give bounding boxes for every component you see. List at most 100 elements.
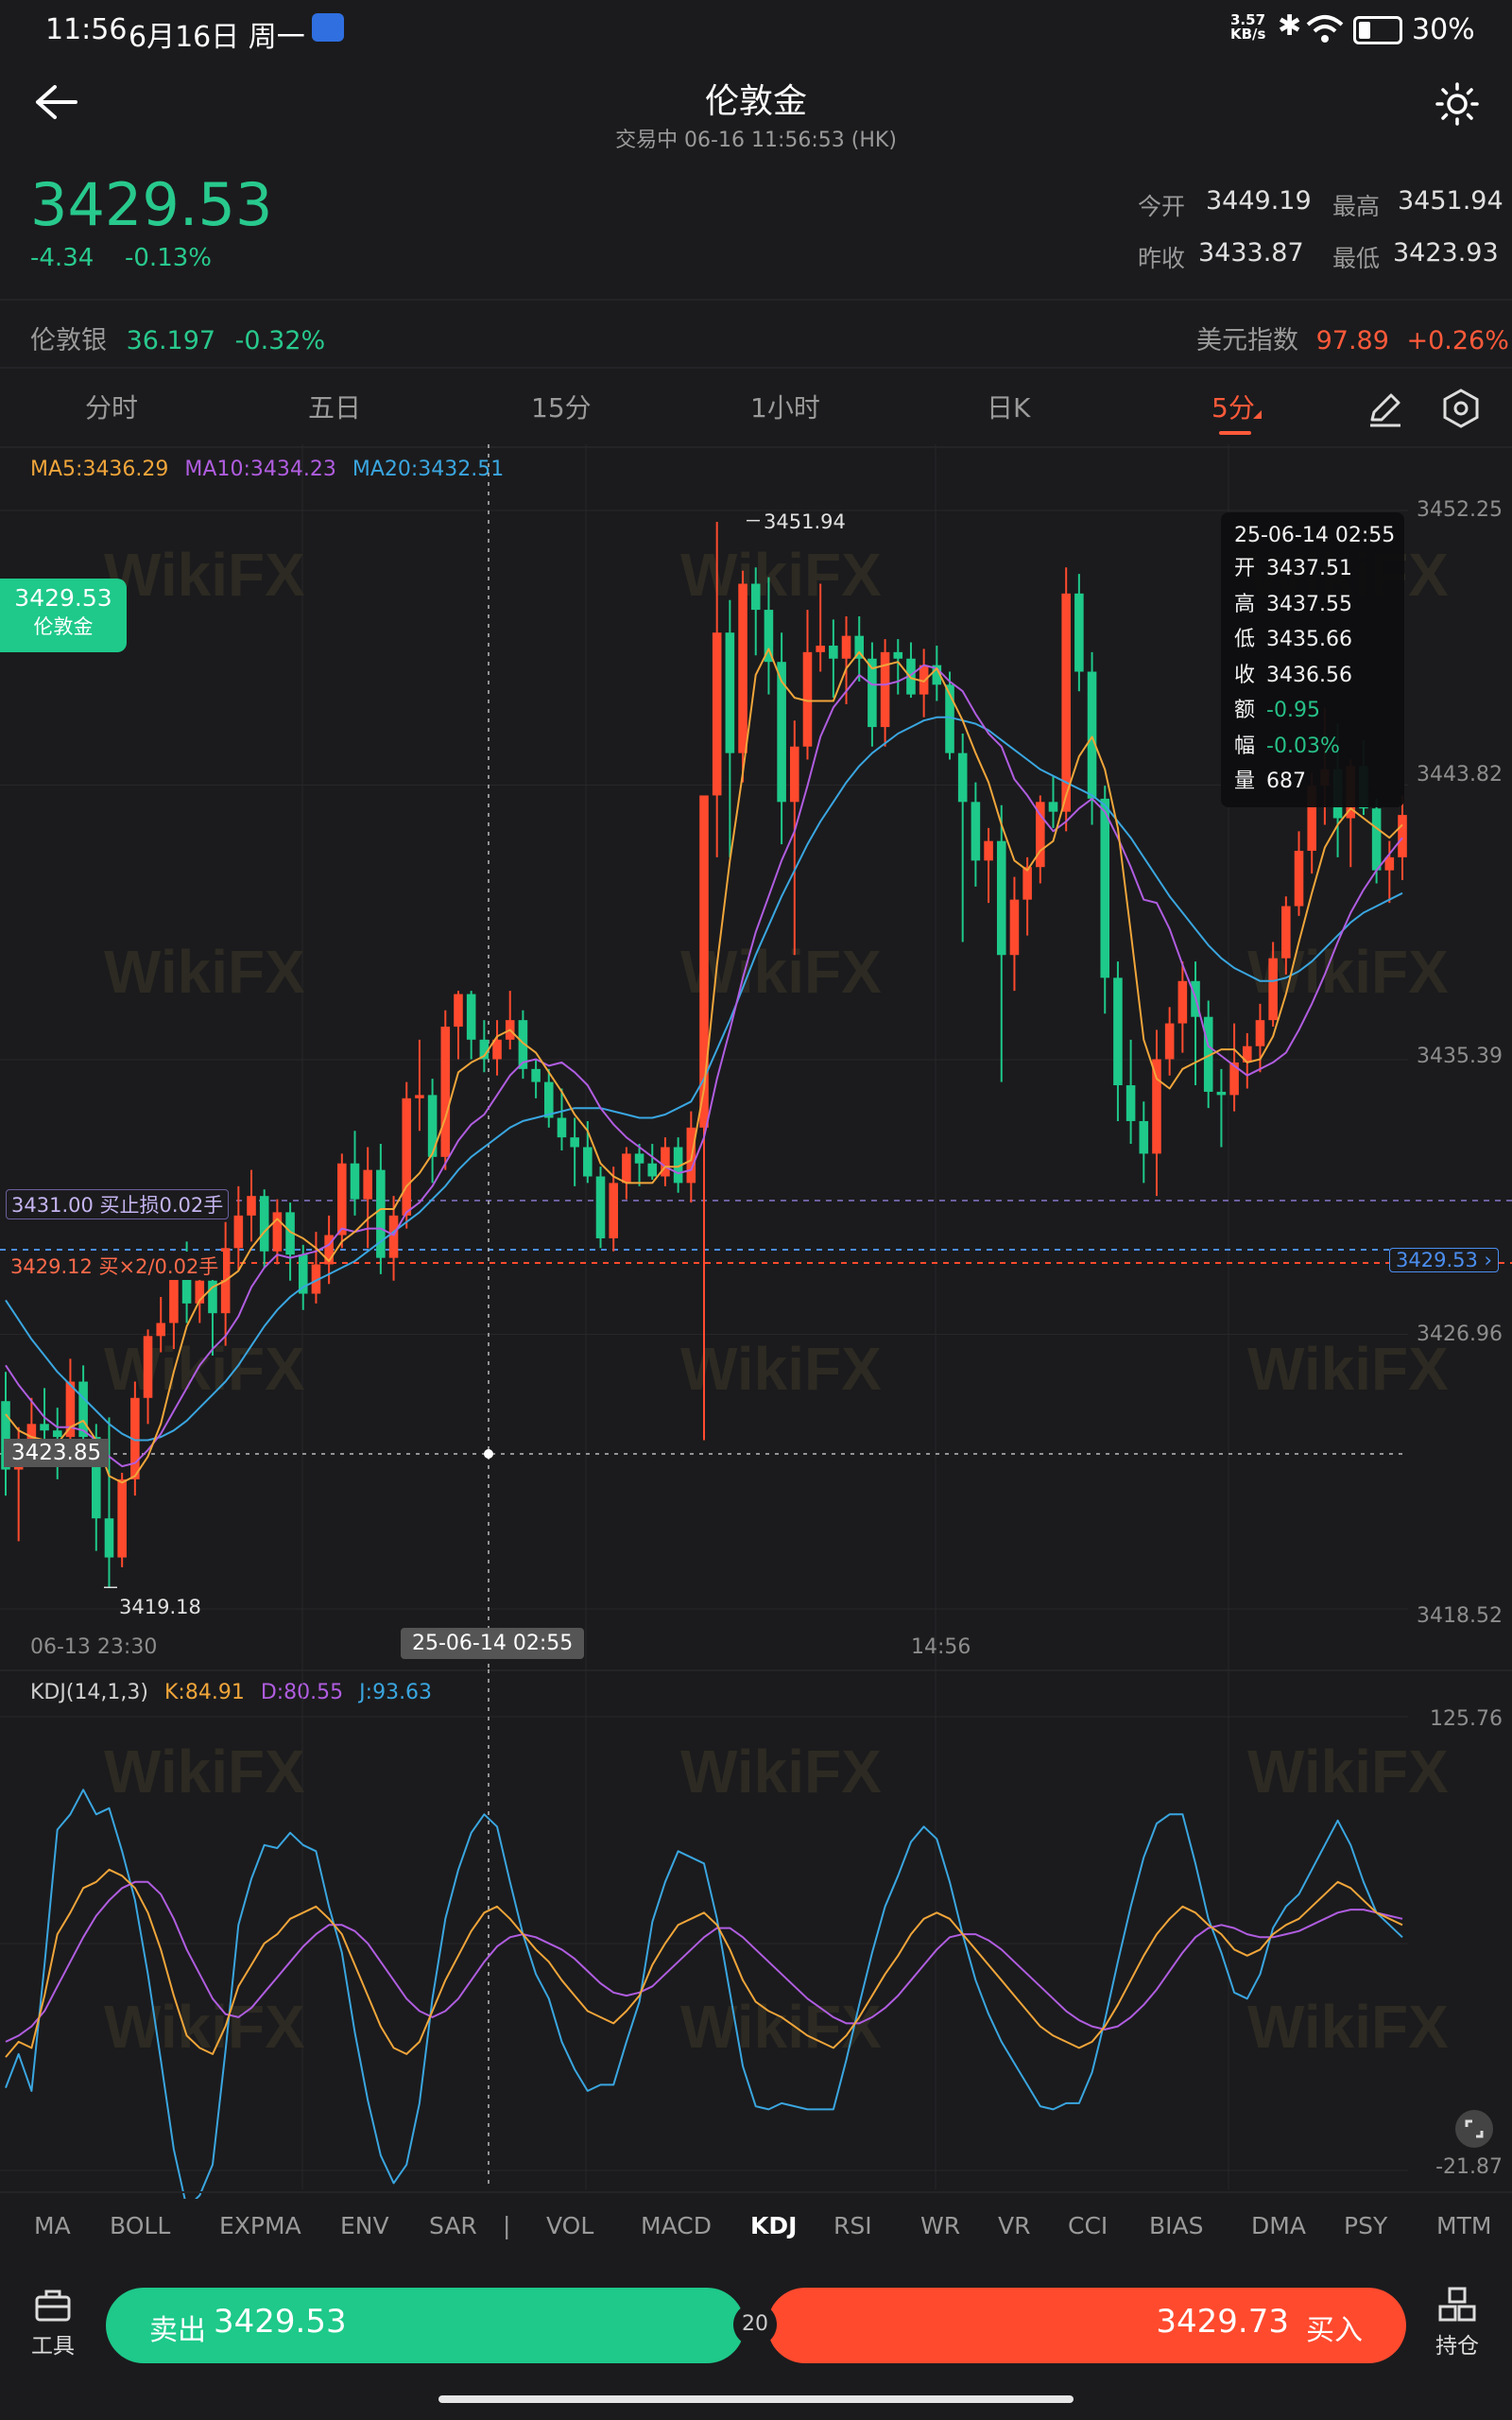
candle-body [738, 583, 747, 753]
indicator-wr[interactable]: WR [920, 2212, 960, 2239]
tab-timeshare[interactable]: 分时 [85, 388, 138, 425]
tab-five-day[interactable]: 五日 [308, 388, 361, 425]
tab-1hour[interactable]: 1小时 [750, 388, 820, 425]
usd-index-quote[interactable]: 美元指数 97.89 +0.26% [1196, 320, 1509, 356]
y-axis-label: 3418.52 [1417, 1604, 1503, 1628]
tooltip-value: -0.95 [1266, 699, 1320, 722]
indicator-boll[interactable]: BOLL [110, 2212, 170, 2239]
toolbox-icon [35, 2290, 71, 2322]
watermark-text: WikiFX [1247, 1993, 1449, 2061]
kdj-chart[interactable]: WikiFX WikiFX WikiFXWikiFX WikiFX WikiFX [0, 1669, 1512, 2199]
tooltip-key: 量 [1234, 769, 1256, 793]
high-marker: 3451.94 [764, 510, 846, 533]
y-axis-label: 3435.39 [1417, 1045, 1503, 1068]
usd-index-price: 97.89 [1315, 326, 1389, 355]
tool-button[interactable]: 工具 [25, 2286, 81, 2360]
candle-body [712, 632, 722, 796]
position-button[interactable]: 持仓 [1429, 2286, 1486, 2360]
indicator-cci[interactable]: CCI [1068, 2212, 1108, 2239]
candle-body [583, 1147, 593, 1177]
candle-body [247, 1196, 256, 1216]
indicator-vol[interactable]: VOL [546, 2212, 593, 2239]
buy-button[interactable]: 3429.73 买入 [767, 2288, 1406, 2363]
prev-close-label: 昨收 [1138, 245, 1186, 272]
app-notification-icon [312, 13, 344, 42]
tooltip-value: -0.03% [1266, 734, 1340, 758]
watermark-text: WikiFX [680, 938, 882, 1006]
spread-badge: 20 [733, 2303, 777, 2346]
candle-body [957, 752, 968, 803]
watermark-text: WikiFX [680, 541, 882, 609]
candle-body [143, 1336, 153, 1398]
candle-body [388, 1215, 399, 1258]
tab-5min[interactable]: 5分 [1211, 388, 1255, 425]
candle-body [1371, 808, 1382, 871]
watermark-text: WikiFX [1247, 1737, 1449, 1806]
candle-body [971, 802, 981, 861]
candle-body [350, 1163, 360, 1200]
candle-body [893, 651, 903, 659]
tooltip-key: 开 [1234, 557, 1256, 580]
stop-order-label[interactable]: 3431.00 买止损0.02手 [6, 1189, 230, 1219]
tooltip-row: 高 3437.55 [1234, 587, 1404, 623]
candle-body [156, 1322, 166, 1337]
candle-body [1113, 977, 1123, 1086]
home-indicator[interactable] [438, 2395, 1074, 2403]
indicator-dma[interactable]: DMA [1251, 2212, 1306, 2239]
tab-daily[interactable]: 日K [987, 388, 1030, 425]
tooltip-date: 25-06-14 02:55 [1234, 524, 1396, 547]
price-change-pct: -0.13% [125, 244, 212, 272]
tooltip-row: 低 3435.66 [1234, 622, 1404, 658]
indicator-env[interactable]: ENV [340, 2212, 389, 2239]
right-price-tag: 3429.53 › [1389, 1248, 1499, 1272]
tooltip-row: 开 3437.51 [1234, 551, 1404, 587]
watermark-text: WikiFX [1247, 938, 1449, 1006]
tooltip-key: 额 [1234, 699, 1256, 722]
tab-dropdown-icon [1253, 410, 1262, 419]
tooltip-value: 3437.55 [1266, 592, 1352, 616]
silver-quote[interactable]: 伦敦银 36.197 -0.32% [30, 320, 325, 356]
page-title: 伦敦金 [704, 82, 807, 121]
indicator-ma[interactable]: MA [34, 2212, 71, 2239]
open-value: 3449.19 [1206, 186, 1312, 216]
open-label: 今开 [1138, 193, 1186, 220]
tooltip-value: 3436.56 [1266, 663, 1352, 687]
tool-label: 工具 [31, 2334, 75, 2359]
indicator-expma[interactable]: EXPMA [219, 2212, 301, 2239]
tooltip-value: 687 [1266, 769, 1307, 793]
candle-body [543, 1081, 554, 1118]
divider [0, 299, 1512, 301]
indicator-vr[interactable]: VR [998, 2212, 1030, 2239]
candle-body [117, 1478, 127, 1558]
indicator-sar[interactable]: SAR [429, 2212, 477, 2239]
candle-tooltip: 25-06-14 02:55 开 3437.51 高 3437.55 低 3435.66 收… [1221, 512, 1404, 807]
brightness-icon[interactable] [1435, 81, 1480, 127]
pencil-icon[interactable] [1365, 388, 1406, 429]
current-price: 3429.53 [30, 170, 273, 239]
buy-price: 3429.73 [1156, 2303, 1289, 2341]
candle-body [1125, 1085, 1136, 1121]
indicator-psy[interactable]: PSY [1344, 2212, 1387, 2239]
candle-body [984, 840, 993, 861]
settings-hexagon-icon[interactable] [1440, 388, 1482, 429]
sell-button[interactable]: 卖出 3429.53 [106, 2288, 745, 2363]
indicator-bar: MA BOLL EXPMA ENV SAR | VOL MACD KDJ RSI WR VR CCI BI… [0, 2193, 1512, 2269]
candle-body [725, 632, 735, 753]
trading-status: 交易中 06-16 11:56:53 (HK) [615, 129, 897, 152]
candle-body [1087, 671, 1097, 799]
position-label: 持仓 [1435, 2334, 1479, 2359]
tooltip-key: 幅 [1234, 734, 1256, 758]
buy-order-label[interactable]: 3429.12 买×2/0.02手 [6, 1252, 224, 1280]
indicator-rsi[interactable]: RSI [833, 2212, 872, 2239]
tooltip-row: 量 687 [1234, 764, 1404, 800]
indicator-mtm[interactable]: MTM [1436, 2212, 1491, 2239]
y-axis-label: 3426.96 [1417, 1322, 1503, 1346]
tab-15min[interactable]: 15分 [531, 388, 592, 425]
candle-body [750, 583, 761, 611]
fullscreen-icon[interactable] [1455, 2110, 1493, 2148]
indicator-bias[interactable]: BIAS [1149, 2212, 1204, 2239]
watermark-text: WikiFX [104, 938, 305, 1006]
watermark-text: WikiFX [680, 1335, 882, 1403]
indicator-macd[interactable]: MACD [641, 2212, 712, 2239]
indicator-kdj[interactable]: KDJ [750, 2212, 797, 2239]
